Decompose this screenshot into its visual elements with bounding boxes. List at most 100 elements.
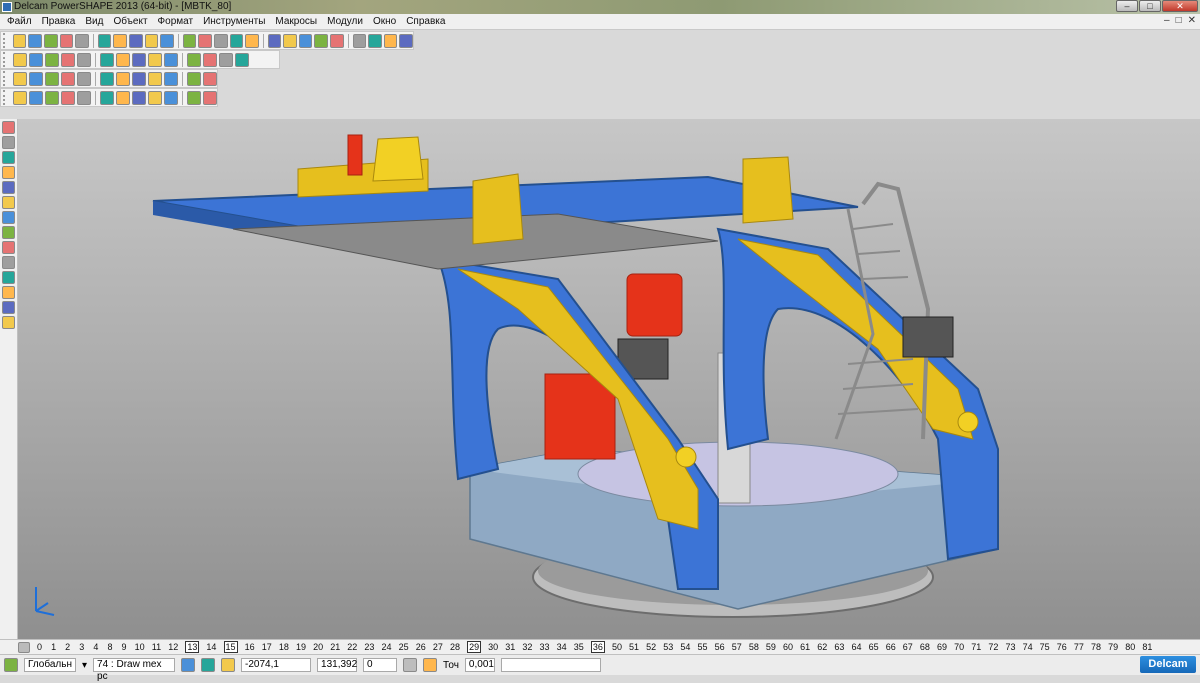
tool-icon[interactable] [45,52,59,67]
level-button[interactable]: 10 [135,642,145,652]
workplane-dropdown-icon[interactable]: ▾ [82,660,87,671]
menu-format[interactable]: Формат [153,16,199,27]
edit-tool-icon[interactable] [2,316,15,329]
level-button[interactable]: 73 [1005,642,1015,652]
level-button[interactable]: 58 [749,642,759,652]
level-button[interactable]: 4 [92,642,99,652]
level-button[interactable]: 53 [663,642,673,652]
level-button[interactable]: 54 [680,642,690,652]
level-button[interactable]: 23 [364,642,374,652]
tool-icon[interactable] [187,71,201,86]
tool-icon[interactable] [399,33,413,48]
level-button[interactable]: 51 [629,642,639,652]
level-selector[interactable]: 74 : Draw mex pc [93,658,176,682]
level-button[interactable]: 59 [766,642,776,652]
edit-tool-icon[interactable] [2,241,15,254]
level-button[interactable]: 29 [467,641,482,653]
menu-modules[interactable]: Модули [322,16,368,27]
menu-window[interactable]: Окно [368,16,401,27]
level-button[interactable]: 11 [152,642,161,652]
level-button[interactable]: 57 [732,642,742,652]
tool-icon[interactable] [116,71,130,86]
tool-icon[interactable] [116,52,130,67]
grid-toggle-icon[interactable] [221,658,236,672]
tool-icon[interactable] [28,33,43,48]
level-button[interactable]: 14 [206,642,216,652]
level-button[interactable]: 19 [296,642,306,652]
level-button[interactable]: 75 [1040,642,1050,652]
tool-icon[interactable] [61,71,75,86]
tool-icon[interactable] [203,90,217,105]
tool-icon[interactable] [235,52,249,67]
app-icon[interactable] [2,2,12,12]
level-button[interactable]: 50 [612,642,622,652]
menu-view[interactable]: Вид [80,16,108,27]
tool-icon[interactable] [59,33,74,48]
level-button[interactable]: 62 [817,642,827,652]
level-button[interactable]: 81 [1142,642,1152,652]
level-button[interactable]: 66 [886,642,896,652]
level-button[interactable]: 20 [313,642,323,652]
level-button[interactable]: 1 [50,642,57,652]
edit-tool-icon[interactable] [2,301,15,314]
level-button[interactable]: 77 [1074,642,1084,652]
tool-icon[interactable] [164,52,178,67]
level-button[interactable]: 72 [988,642,998,652]
level-button[interactable]: 70 [954,642,964,652]
tool-icon[interactable] [164,90,178,105]
tool-icon[interactable] [160,33,174,48]
level-button[interactable]: 13 [185,641,200,653]
tool-icon[interactable] [368,33,382,48]
edit-tool-icon[interactable] [2,271,15,284]
level-button[interactable]: 60 [783,642,793,652]
tool-icon[interactable] [116,90,130,105]
level-button[interactable]: 25 [399,642,409,652]
tool-icon[interactable] [352,33,367,48]
level-button[interactable]: 64 [851,642,861,652]
level-button[interactable]: 32 [522,642,532,652]
maximize-button[interactable]: □ [1139,0,1161,12]
level-button[interactable]: 80 [1125,642,1135,652]
doc-close-button[interactable]: ✕ [1188,15,1196,26]
tool-icon[interactable] [61,90,75,105]
level-button[interactable]: 35 [574,642,584,652]
level-button[interactable]: 22 [347,642,357,652]
lock-icon[interactable] [423,658,438,672]
level-button[interactable]: 67 [903,642,913,652]
level-button[interactable]: 63 [834,642,844,652]
close-button[interactable]: ✕ [1162,0,1198,12]
menu-tools[interactable]: Инструменты [198,16,270,27]
level-button[interactable]: 0 [36,642,43,652]
tool-icon[interactable] [29,90,43,105]
tool-icon[interactable] [29,71,43,86]
tool-icon[interactable] [132,52,146,67]
tool-icon[interactable] [77,90,91,105]
status-wand-icon[interactable] [4,658,18,672]
tool-icon[interactable] [13,71,27,86]
tool-icon[interactable] [100,52,114,67]
tool-icon[interactable] [45,90,59,105]
level-button[interactable]: 69 [937,642,947,652]
tool-icon[interactable] [61,52,75,67]
principal-plane-icon[interactable] [181,658,196,672]
tool-icon[interactable] [128,33,143,48]
tolerance-field[interactable]: 0,001 [464,658,495,672]
edit-tool-icon[interactable] [2,151,15,164]
tool-icon[interactable] [75,33,89,48]
level-button[interactable]: 55 [697,642,707,652]
level-button[interactable]: 15 [223,641,238,653]
tool-icon[interactable] [298,33,313,48]
minimize-button[interactable]: – [1116,0,1138,12]
tool-icon[interactable] [132,90,146,105]
edit-tool-icon[interactable] [2,196,15,209]
toolbar-grip[interactable] [3,52,9,67]
level-button[interactable]: 26 [416,642,426,652]
tool-icon[interactable] [29,52,43,67]
level-button[interactable]: 17 [262,642,272,652]
level-button[interactable]: 2 [64,642,71,652]
workplane-icon[interactable] [201,658,216,672]
tool-icon[interactable] [198,33,212,48]
tool-icon[interactable] [13,90,27,105]
tool-icon[interactable] [148,71,162,86]
tool-icon[interactable] [283,33,297,48]
